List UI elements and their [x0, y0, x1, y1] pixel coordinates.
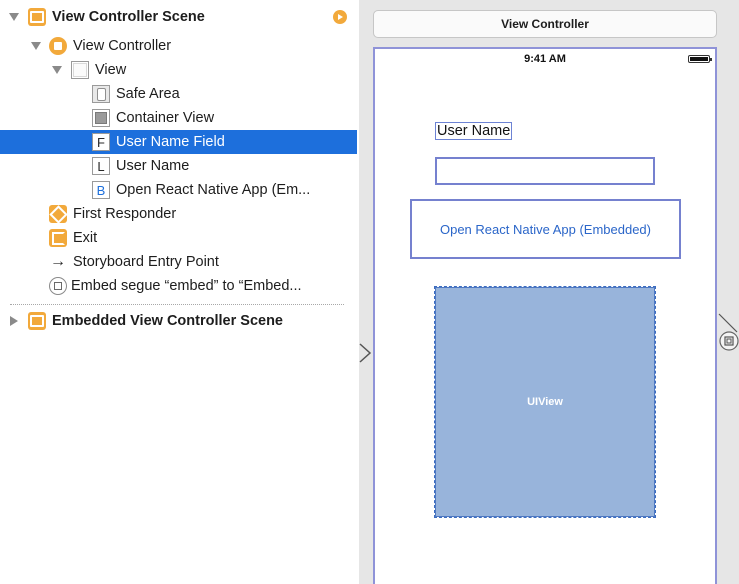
document-outline: View Controller Scene View Controller Vi… — [0, 0, 359, 584]
outline-row-open-react-native-button[interactable]: B Open React Native App (Em... — [0, 178, 357, 202]
arrow-circle-icon[interactable] — [333, 10, 347, 24]
arrow-right-icon: → — [50, 253, 66, 270]
outline-row-label: Container View — [116, 110, 215, 126]
disclosure-expanded-icon[interactable] — [8, 11, 20, 23]
outline-row-label: Open React Native App (Em... — [116, 182, 311, 198]
outline-row-label: Embedded View Controller Scene — [52, 313, 283, 329]
outline-row-label: Exit — [73, 230, 98, 246]
outline-row-embed-segue[interactable]: Embed segue “embed” to “Embed... — [0, 274, 357, 298]
view-controller-frame[interactable]: 9:41 AM User Name Open React Native App … — [373, 47, 717, 584]
status-bar-time: 9:41 AM — [524, 53, 566, 65]
scene-icon — [28, 8, 46, 26]
open-react-native-button[interactable]: Open React Native App (Embedded) — [410, 199, 681, 259]
outline-row-label: User Name Field — [116, 134, 225, 150]
outline-row-label: User Name — [116, 158, 190, 174]
outline-row-label: View Controller Scene — [52, 9, 205, 25]
segue-icon — [49, 277, 67, 295]
outline-row-view-controller[interactable]: View Controller — [0, 34, 357, 58]
button-icon: B — [92, 181, 110, 199]
disclosure-expanded-icon[interactable] — [30, 40, 42, 52]
scene-title-bar[interactable]: View Controller — [373, 10, 717, 38]
outline-row-view[interactable]: View — [0, 58, 357, 82]
scene-divider — [10, 304, 344, 305]
disclosure-collapsed-icon[interactable] — [8, 315, 20, 327]
outline-row-label: Safe Area — [116, 86, 180, 102]
battery-icon — [688, 55, 712, 63]
container-view-icon — [92, 109, 110, 127]
outline-row-first-responder[interactable]: First Responder — [0, 202, 357, 226]
outline-row-user-name-field[interactable]: F User Name Field — [0, 130, 357, 154]
outline-row-label: Embed segue “embed” to “Embed... — [71, 278, 302, 294]
label-icon: L — [92, 157, 110, 175]
outline-row-embedded-view-controller-scene[interactable]: Embedded View Controller Scene — [0, 309, 357, 333]
user-name-label[interactable]: User Name — [435, 122, 513, 140]
view-icon — [71, 61, 89, 79]
outline-row-container-view[interactable]: Container View — [0, 106, 357, 130]
outline-row-label: First Responder — [73, 206, 177, 222]
first-responder-icon — [49, 205, 67, 223]
outline-row-label: View — [95, 62, 127, 78]
scene-icon — [28, 312, 46, 330]
view-controller-icon — [49, 37, 67, 55]
outline-row-view-controller-scene[interactable]: View Controller Scene — [0, 5, 357, 29]
outline-row-safe-area[interactable]: Safe Area — [0, 82, 357, 106]
outline-row-exit[interactable]: Exit — [0, 226, 357, 250]
outline-row-label: View Controller — [73, 38, 172, 54]
entry-point-arrow-icon[interactable] — [359, 343, 373, 363]
safe-area-icon — [92, 85, 110, 103]
user-name-field[interactable] — [435, 157, 655, 185]
exit-icon — [49, 229, 67, 247]
text-field-icon: F — [92, 133, 110, 151]
outline-row-user-name[interactable]: L User Name — [0, 154, 357, 178]
storyboard-canvas[interactable]: View Controller 9:41 AM User Name Open R… — [359, 0, 739, 584]
outline-row-label: Storyboard Entry Point — [73, 254, 219, 270]
embed-segue-connector-icon[interactable] — [717, 312, 739, 360]
disclosure-expanded-icon[interactable] — [51, 64, 63, 76]
outline-row-storyboard-entry-point[interactable]: → Storyboard Entry Point — [0, 250, 357, 274]
container-view[interactable]: UIView — [434, 286, 656, 518]
